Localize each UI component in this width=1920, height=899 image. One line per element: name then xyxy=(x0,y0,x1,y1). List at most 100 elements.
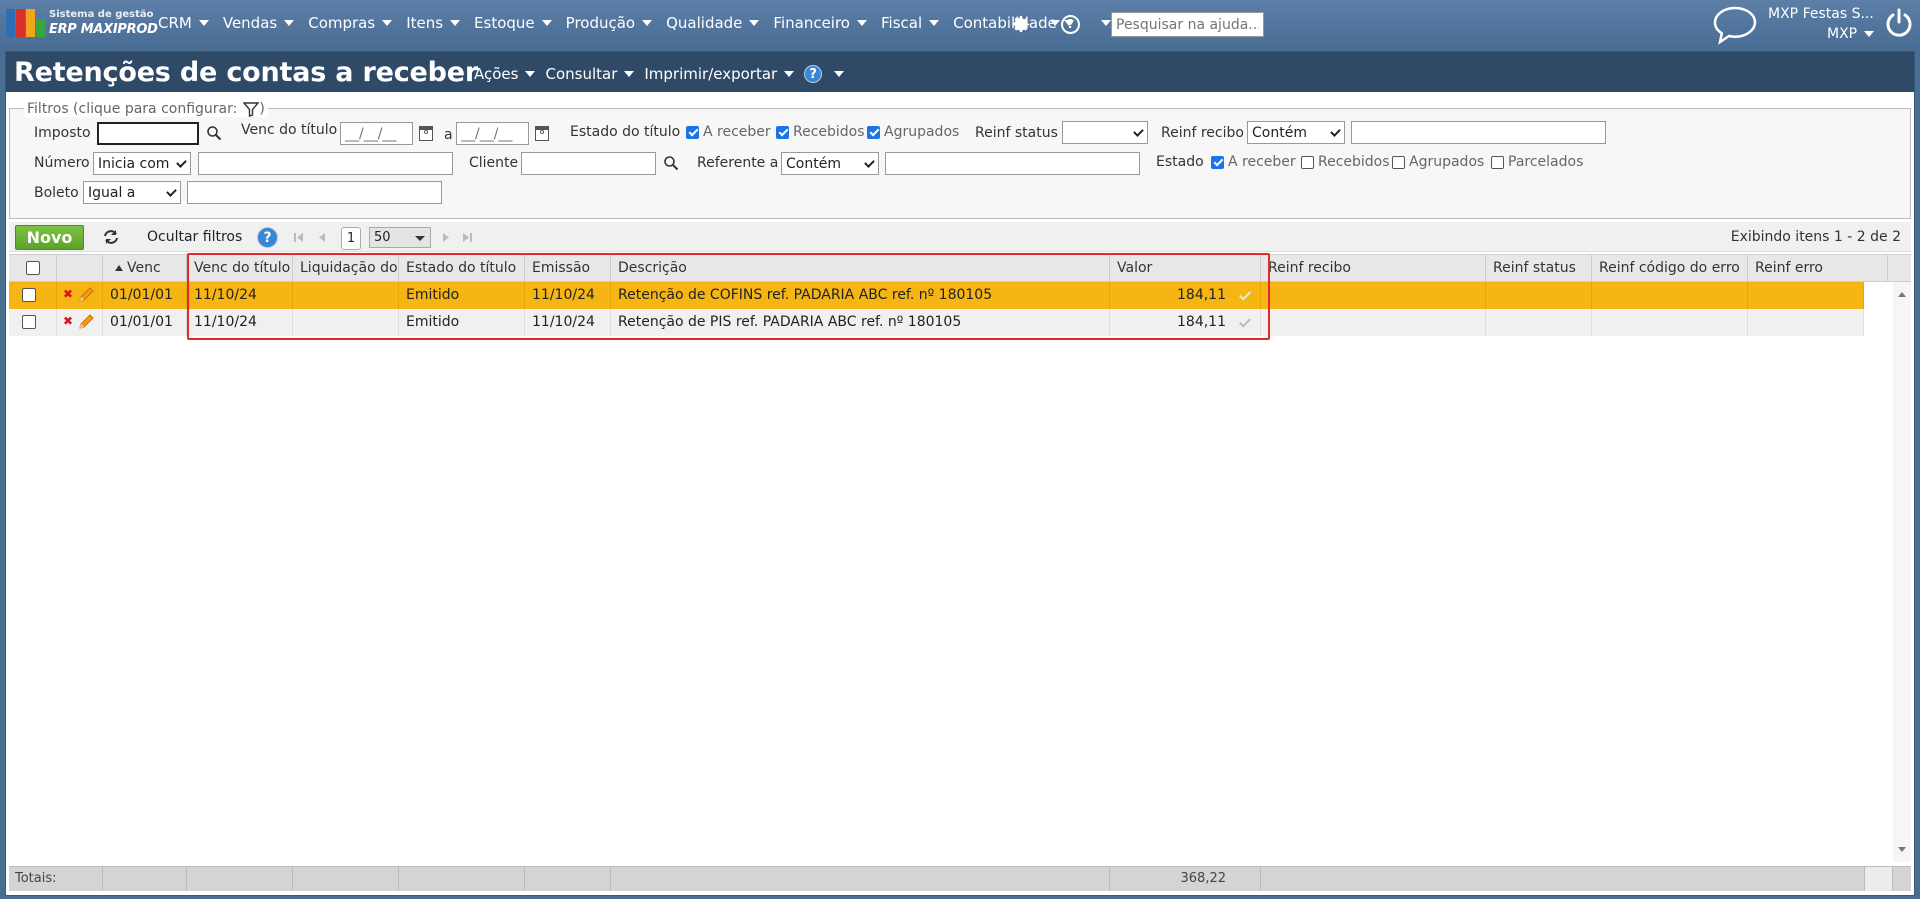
estado-titulo-recebidos-checkbox[interactable]: Recebidos xyxy=(776,124,865,140)
table-row[interactable]: ✖ 01/01/01 11/10/24 Emitido 11/10/24 Ret… xyxy=(9,282,1864,309)
page-size-select[interactable]: 50 xyxy=(369,227,431,248)
next-page-icon[interactable] xyxy=(441,232,451,243)
power-icon[interactable] xyxy=(1885,8,1913,38)
settings-caret-icon[interactable] xyxy=(1050,20,1060,26)
reinf-recibo-input[interactable] xyxy=(1351,121,1606,144)
menu-acoes[interactable]: Ações xyxy=(474,65,536,83)
numero-input[interactable] xyxy=(198,152,453,175)
column-venc-titulo[interactable]: Venc do título xyxy=(187,255,293,282)
last-page-icon[interactable] xyxy=(461,232,473,243)
menu-crm[interactable]: CRM xyxy=(158,14,209,32)
numero-mode-select[interactable]: Inicia com xyxy=(93,152,191,175)
vertical-scrollbar[interactable] xyxy=(1893,282,1911,862)
top-navigation-bar: Sistema de gestão ERP MAXIPROD CRM Venda… xyxy=(0,0,1920,48)
column-reinf-recibo[interactable]: Reinf recibo xyxy=(1261,255,1486,282)
estado-titulo-a-receber-checkbox[interactable]: A receber xyxy=(686,124,771,140)
imposto-input[interactable] xyxy=(97,122,199,145)
company-selector[interactable]: MXP xyxy=(1827,26,1875,42)
checkbox-checked[interactable] xyxy=(686,125,699,139)
scroll-up-icon[interactable] xyxy=(1898,292,1906,297)
menu-qualidade[interactable]: Qualidade xyxy=(666,14,760,32)
pencil-icon[interactable] xyxy=(77,286,95,304)
column-emissao[interactable]: Emissão xyxy=(525,255,611,282)
pencil-icon[interactable] xyxy=(77,313,95,331)
delete-icon[interactable]: ✖ xyxy=(63,315,74,327)
menu-itens[interactable]: Itens xyxy=(406,14,461,32)
column-estado-titulo[interactable]: Estado do título xyxy=(399,255,525,282)
menu-compras[interactable]: Compras xyxy=(308,14,393,32)
page-help-caret-icon[interactable] xyxy=(834,71,845,77)
estado-agrupados-checkbox[interactable]: Agrupados xyxy=(1392,154,1484,170)
menu-producao[interactable]: Produção xyxy=(566,14,653,32)
checkbox-label: Recebidos xyxy=(793,124,865,140)
refresh-icon[interactable] xyxy=(101,228,121,246)
reinf-status-select[interactable] xyxy=(1062,121,1148,144)
checkbox-checked[interactable] xyxy=(1211,155,1224,169)
checkbox-unchecked[interactable] xyxy=(1392,155,1405,169)
column-liquidacao[interactable]: Liquidação do xyxy=(293,255,399,282)
column-descricao[interactable]: Descrição xyxy=(611,255,1110,282)
referente-mode-select[interactable]: Contém xyxy=(781,152,879,175)
funnel-icon[interactable] xyxy=(243,101,260,117)
venc-titulo-from-input[interactable] xyxy=(340,122,413,145)
boleto-input[interactable] xyxy=(187,181,442,204)
hide-filters-button[interactable]: Ocultar filtros xyxy=(147,229,242,245)
column-reinf-status[interactable]: Reinf status xyxy=(1486,255,1592,282)
menu-estoque[interactable]: Estoque xyxy=(474,14,552,32)
reinf-recibo-mode-select[interactable]: Contém xyxy=(1247,121,1345,144)
column-valor[interactable]: Valor xyxy=(1110,255,1261,282)
column-venc[interactable]: Venc xyxy=(103,255,187,282)
estado-a-receber-checkbox[interactable]: A receber xyxy=(1211,154,1296,170)
cell-venc-titulo: 11/10/24 xyxy=(187,309,293,336)
page-number[interactable]: 1 xyxy=(341,227,361,250)
checkbox-unchecked[interactable] xyxy=(1491,155,1504,169)
menu-consultar[interactable]: Consultar xyxy=(545,65,635,83)
gear-icon[interactable] xyxy=(1010,13,1032,35)
calendar-icon[interactable]: 8 xyxy=(535,126,549,141)
calendar-icon[interactable]: 8 xyxy=(419,126,433,141)
cell-liquidacao xyxy=(293,282,399,309)
menu-imprimir-exportar[interactable]: Imprimir/exportar xyxy=(644,65,795,83)
estado-titulo-agrupados-checkbox[interactable]: Agrupados xyxy=(867,124,959,140)
filters-legend[interactable]: Filtros (clique para configurar: ) xyxy=(24,101,268,117)
menu-vendas[interactable]: Vendas xyxy=(223,14,295,32)
prev-page-icon[interactable] xyxy=(317,232,327,243)
search-icon[interactable] xyxy=(206,125,222,141)
venc-titulo-to-input[interactable] xyxy=(456,122,529,145)
scroll-down-icon[interactable] xyxy=(1898,847,1906,852)
delete-icon[interactable]: ✖ xyxy=(63,288,74,300)
select-all-checkbox[interactable] xyxy=(26,261,40,275)
grid-help-icon[interactable]: ? xyxy=(257,227,278,248)
boleto-mode-select[interactable]: Igual a xyxy=(83,181,181,204)
row-checkbox[interactable] xyxy=(22,288,36,302)
checkbox-checked[interactable] xyxy=(867,125,880,139)
column-reinf-erro[interactable]: Reinf erro xyxy=(1748,255,1888,282)
menu-financeiro[interactable]: Financeiro xyxy=(773,14,867,32)
erp-logo[interactable]: Sistema de gestão ERP MAXIPROD xyxy=(6,7,158,41)
help-search-input[interactable] xyxy=(1111,12,1264,37)
new-button[interactable]: Novo xyxy=(15,225,84,250)
referente-input[interactable] xyxy=(885,152,1140,175)
caret-down-icon xyxy=(525,71,536,77)
search-icon[interactable] xyxy=(663,155,679,171)
page-help-icon[interactable]: ? xyxy=(804,65,823,83)
checkbox-label: Agrupados xyxy=(884,124,960,140)
checkbox-unchecked[interactable] xyxy=(1301,155,1314,169)
help-icon[interactable]: ? xyxy=(1061,15,1080,34)
checkbox-label: A receber xyxy=(1228,154,1296,170)
checkbox-label: A receber xyxy=(703,124,771,140)
menu-label: Contabilidade xyxy=(953,14,1057,32)
chat-icon[interactable] xyxy=(1712,5,1758,45)
first-page-icon[interactable] xyxy=(293,232,305,243)
user-name[interactable]: MXP Festas S... xyxy=(1768,6,1874,22)
cell-reinf-status xyxy=(1486,309,1592,336)
help-caret-icon[interactable] xyxy=(1101,20,1111,26)
column-reinf-codigo-erro[interactable]: Reinf código do erro xyxy=(1592,255,1748,282)
table-row[interactable]: ✖ 01/01/01 11/10/24 Emitido 11/10/24 Ret… xyxy=(9,309,1864,336)
cliente-input[interactable] xyxy=(521,152,656,175)
menu-fiscal[interactable]: Fiscal xyxy=(881,14,940,32)
row-checkbox[interactable] xyxy=(22,315,36,329)
estado-parcelados-checkbox[interactable]: Parcelados xyxy=(1491,154,1583,170)
checkbox-checked[interactable] xyxy=(776,125,789,139)
estado-recebidos-checkbox[interactable]: Recebidos xyxy=(1301,154,1390,170)
